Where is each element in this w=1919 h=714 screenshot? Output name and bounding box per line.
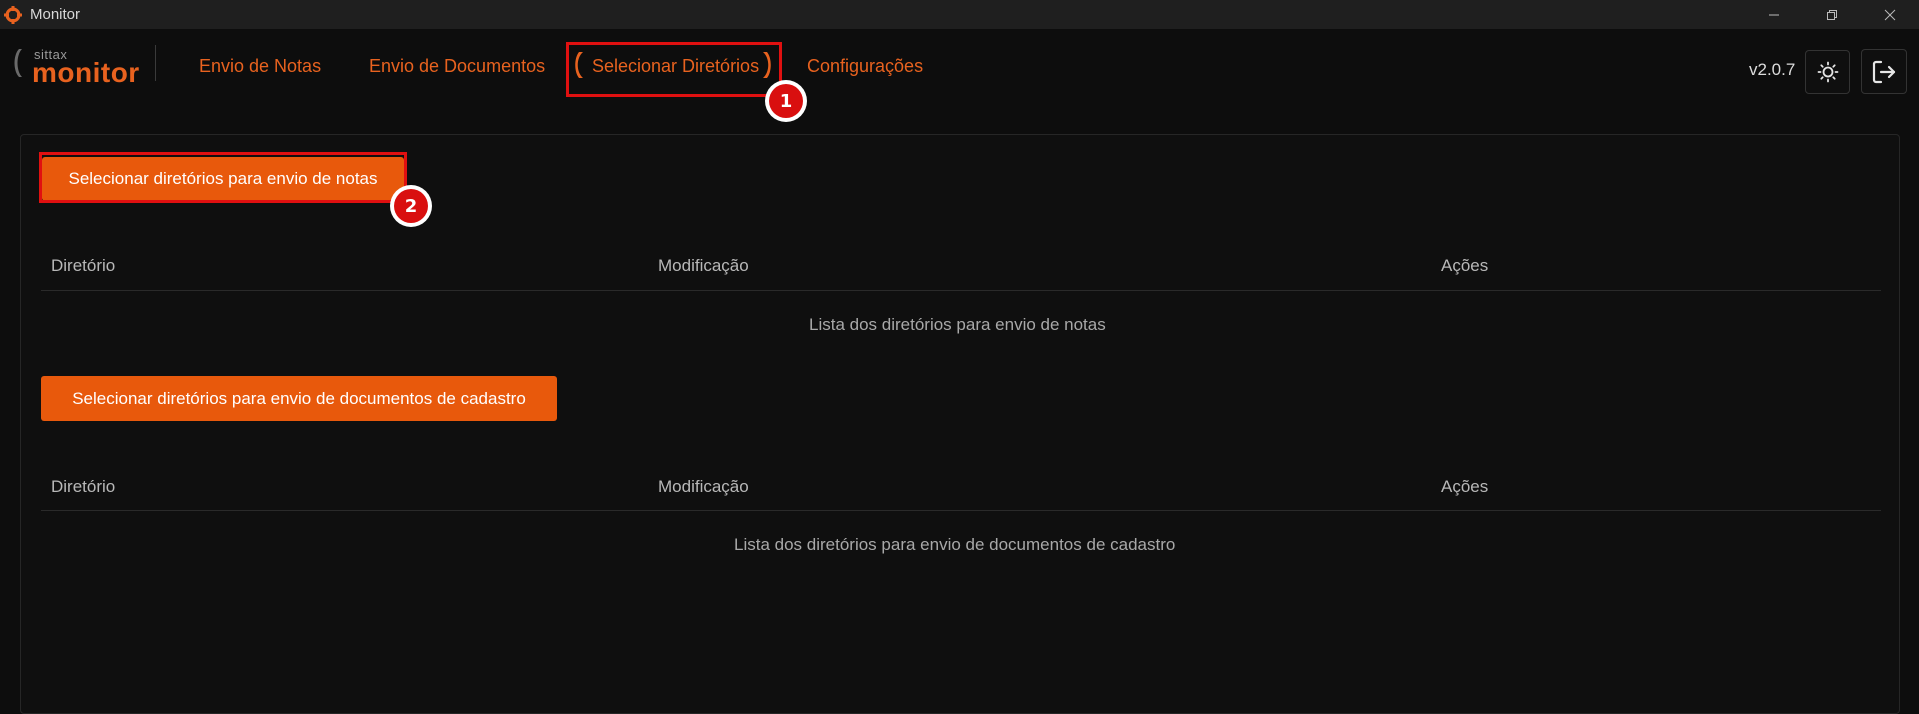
main-panel xyxy=(20,134,1900,714)
notas-empty-message: Lista dos diretórios para envio de notas xyxy=(809,315,1106,334)
column-header-diretorio[interactable]: Diretório xyxy=(51,256,115,276)
close-icon xyxy=(1884,9,1896,20)
app-logo-icon xyxy=(2,4,24,26)
column-header-modificacao[interactable]: Modificação xyxy=(658,256,749,276)
documentos-empty-message: Lista dos diretórios para envio de docum… xyxy=(734,535,1176,554)
window-title: Monitor xyxy=(30,6,81,23)
column-header-acoes: Ações xyxy=(1441,256,1489,275)
column-header-acoes: Ações xyxy=(1441,477,1489,496)
nav-configuracoes[interactable]: Configurações xyxy=(807,56,923,77)
logo-title: monitor xyxy=(32,57,140,88)
column-header-diretorio[interactable]: Diretório xyxy=(51,477,115,497)
column-header-modificacao[interactable]: Modificação xyxy=(658,477,749,497)
annotation-highlight-1 xyxy=(566,42,782,97)
minimize-icon xyxy=(1769,14,1779,15)
theme-toggle-button[interactable] xyxy=(1805,50,1850,94)
select-dirs-documentos-button[interactable]: Selecionar diretórios para envio de docu… xyxy=(41,376,557,421)
title-bar: Monitor xyxy=(0,0,1919,29)
annotation-highlight-2 xyxy=(39,152,407,203)
app-version: v2.0.7 xyxy=(1749,60,1796,79)
app-header: sittax monitor Envio de Notas Envio de D… xyxy=(0,29,1919,115)
sun-icon xyxy=(1817,61,1838,83)
sittax-monitor-logo[interactable]: sittax monitor xyxy=(14,43,154,93)
nav-envio-de-documentos[interactable]: Envio de Documentos xyxy=(369,56,545,77)
logout-button[interactable] xyxy=(1861,49,1907,94)
table-header-divider xyxy=(41,510,1881,511)
restore-button[interactable] xyxy=(1803,0,1861,29)
table-header-divider xyxy=(41,290,1881,291)
logout-icon xyxy=(1872,60,1896,83)
logo-divider xyxy=(155,45,156,81)
logo-mark-icon xyxy=(14,49,22,77)
annotation-badge-2: 2 xyxy=(390,185,432,227)
close-button[interactable] xyxy=(1861,0,1919,29)
nav-envio-de-notas[interactable]: Envio de Notas xyxy=(199,56,321,77)
annotation-badge-1: 1 xyxy=(765,80,807,122)
restore-icon xyxy=(1827,9,1837,20)
minimize-button[interactable] xyxy=(1745,0,1803,29)
